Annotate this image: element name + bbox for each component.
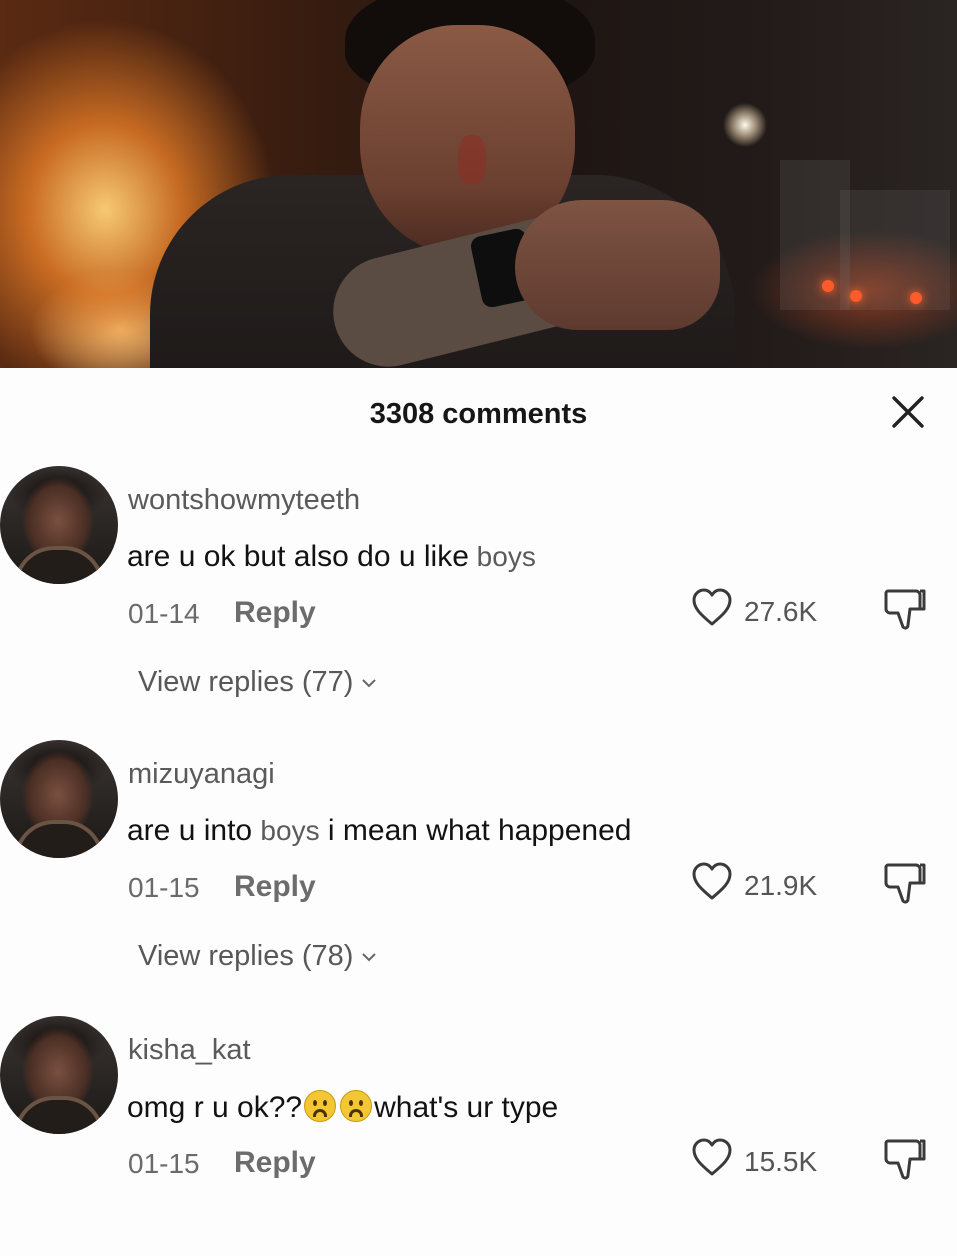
comment-text-part: boys [468, 541, 536, 572]
comment-text: are u into boys i mean what happened [127, 814, 631, 848]
comment-username[interactable]: wontshowmyteeth [128, 484, 360, 517]
avatar[interactable] [0, 466, 118, 584]
comment-text-part: what's ur type [374, 1091, 559, 1124]
comment-item: mizuyanagi are u into boys i mean what h… [0, 740, 957, 980]
comment-username[interactable]: mizuyanagi [128, 758, 275, 791]
reply-button[interactable]: Reply [234, 596, 316, 630]
person-hand [515, 200, 720, 330]
chevron-down-icon [362, 679, 377, 688]
reply-button[interactable]: Reply [234, 1146, 316, 1180]
avatar-body [14, 546, 104, 584]
comment-item: kisha_kat omg r u ok?? what's ur type 01-… [0, 1016, 957, 1256]
avatar-body [14, 820, 104, 858]
like-count: 15.5K [744, 1146, 818, 1177]
avatar[interactable] [0, 1016, 118, 1134]
view-replies-label: View replies (78) [138, 940, 354, 972]
comment-username[interactable]: kisha_kat [128, 1034, 251, 1067]
street-light [910, 292, 922, 304]
like-count: 27.6K [744, 596, 818, 627]
comment-text-part: omg r u ok?? [127, 1091, 303, 1124]
person-nose [458, 135, 486, 185]
video-still[interactable] [0, 0, 957, 368]
comment-text-part: are u ok but also do u like [127, 540, 469, 573]
view-replies-button[interactable]: View replies (77) [138, 666, 377, 699]
comment-date: 01-15 [128, 872, 200, 903]
heart-outline-icon[interactable] [690, 860, 734, 904]
comment-text-part: are u into [127, 814, 261, 847]
like-count: 21.9K [744, 870, 818, 901]
frowning-face-emoji [304, 1090, 337, 1122]
comment-item: wontshowmyteeth are u ok but also do u l… [0, 466, 957, 706]
comment-text: are u ok but also do u like boys [127, 540, 536, 574]
comment-text: omg r u ok?? what's ur type [127, 1090, 558, 1125]
avatar-body [14, 1096, 104, 1134]
view-replies-button[interactable]: View replies (78) [138, 940, 377, 973]
comment-date: 01-15 [128, 1148, 200, 1179]
heart-outline-icon[interactable] [690, 1136, 734, 1180]
thumbs-down-icon[interactable] [880, 1135, 930, 1183]
avatar[interactable] [0, 740, 118, 858]
street-light [822, 280, 834, 292]
view-replies-label: View replies (77) [138, 666, 354, 698]
street-light [850, 290, 862, 302]
chevron-down-icon [362, 953, 377, 962]
frowning-face-emoji [340, 1090, 373, 1122]
comments-count-title: 3308 comments [369, 398, 588, 430]
comment-text-part: i mean what happened [319, 814, 632, 847]
comment-text-part: boys [260, 815, 320, 846]
heart-outline-icon[interactable] [690, 586, 734, 630]
close-icon[interactable] [888, 392, 928, 432]
comment-date: 01-14 [128, 598, 200, 629]
reply-button[interactable]: Reply [234, 870, 316, 904]
thumbs-down-icon[interactable] [880, 585, 930, 633]
comments-sheet: 3308 comments wontshowmyteeth are u ok b… [0, 368, 957, 1200]
thumbs-down-icon[interactable] [880, 859, 930, 907]
